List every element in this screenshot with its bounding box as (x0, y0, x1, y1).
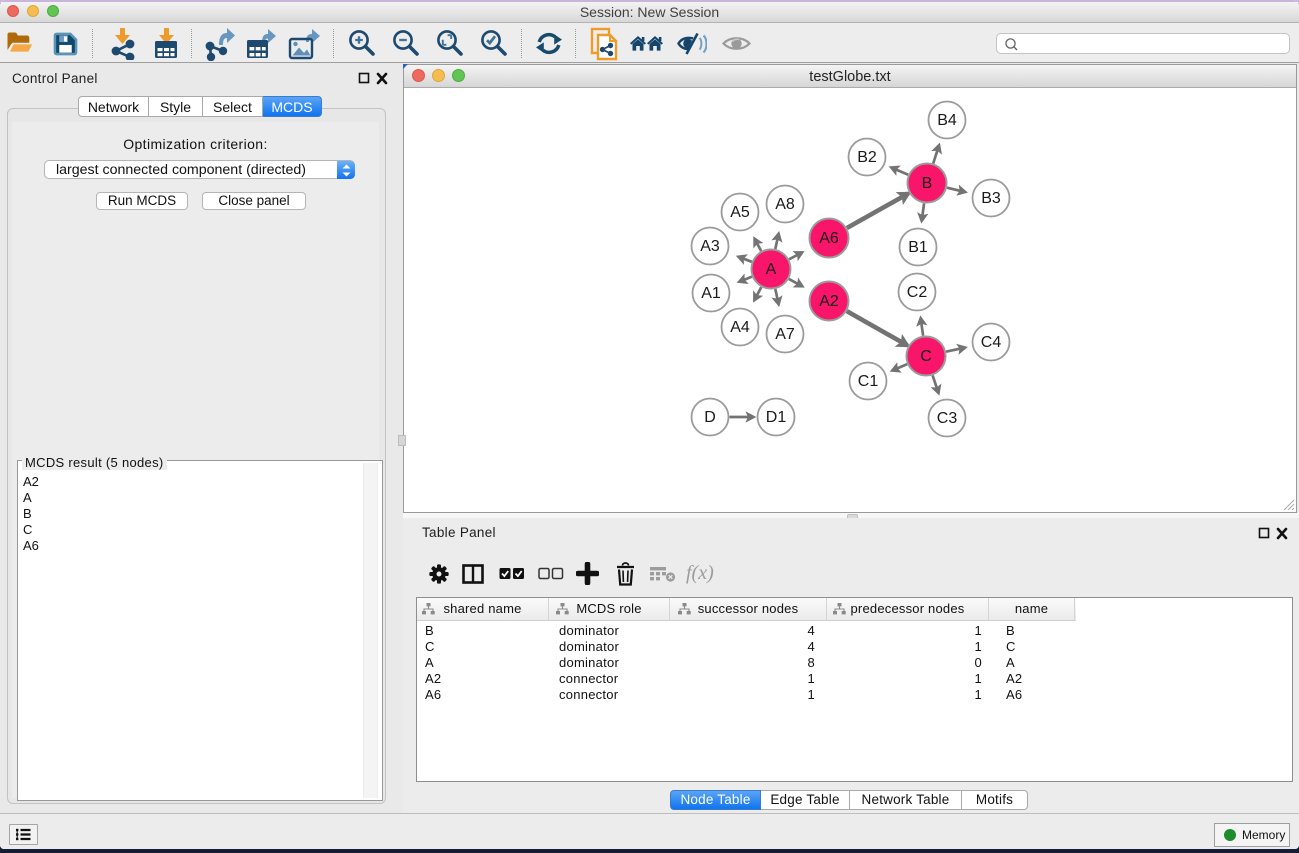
svg-text:C2: C2 (907, 284, 928, 301)
svg-text:A8: A8 (775, 196, 795, 213)
svg-text:B2: B2 (857, 149, 877, 166)
svg-text:A: A (766, 261, 777, 278)
svg-text:A5: A5 (730, 204, 750, 221)
svg-text:A7: A7 (775, 326, 795, 343)
svg-text:A2: A2 (819, 293, 839, 310)
svg-text:B3: B3 (981, 190, 1001, 207)
svg-text:C1: C1 (858, 373, 879, 390)
svg-text:A4: A4 (730, 319, 750, 336)
svg-text:B4: B4 (937, 112, 957, 129)
svg-text:C3: C3 (937, 410, 958, 427)
svg-text:B: B (922, 175, 933, 192)
svg-text:D: D (704, 409, 716, 426)
svg-text:C4: C4 (981, 334, 1002, 351)
svg-text:B1: B1 (908, 239, 928, 256)
svg-text:D1: D1 (766, 409, 787, 426)
svg-text:A3: A3 (700, 238, 720, 255)
svg-text:A6: A6 (819, 230, 839, 247)
svg-text:C: C (920, 348, 932, 365)
svg-text:A1: A1 (701, 285, 721, 302)
